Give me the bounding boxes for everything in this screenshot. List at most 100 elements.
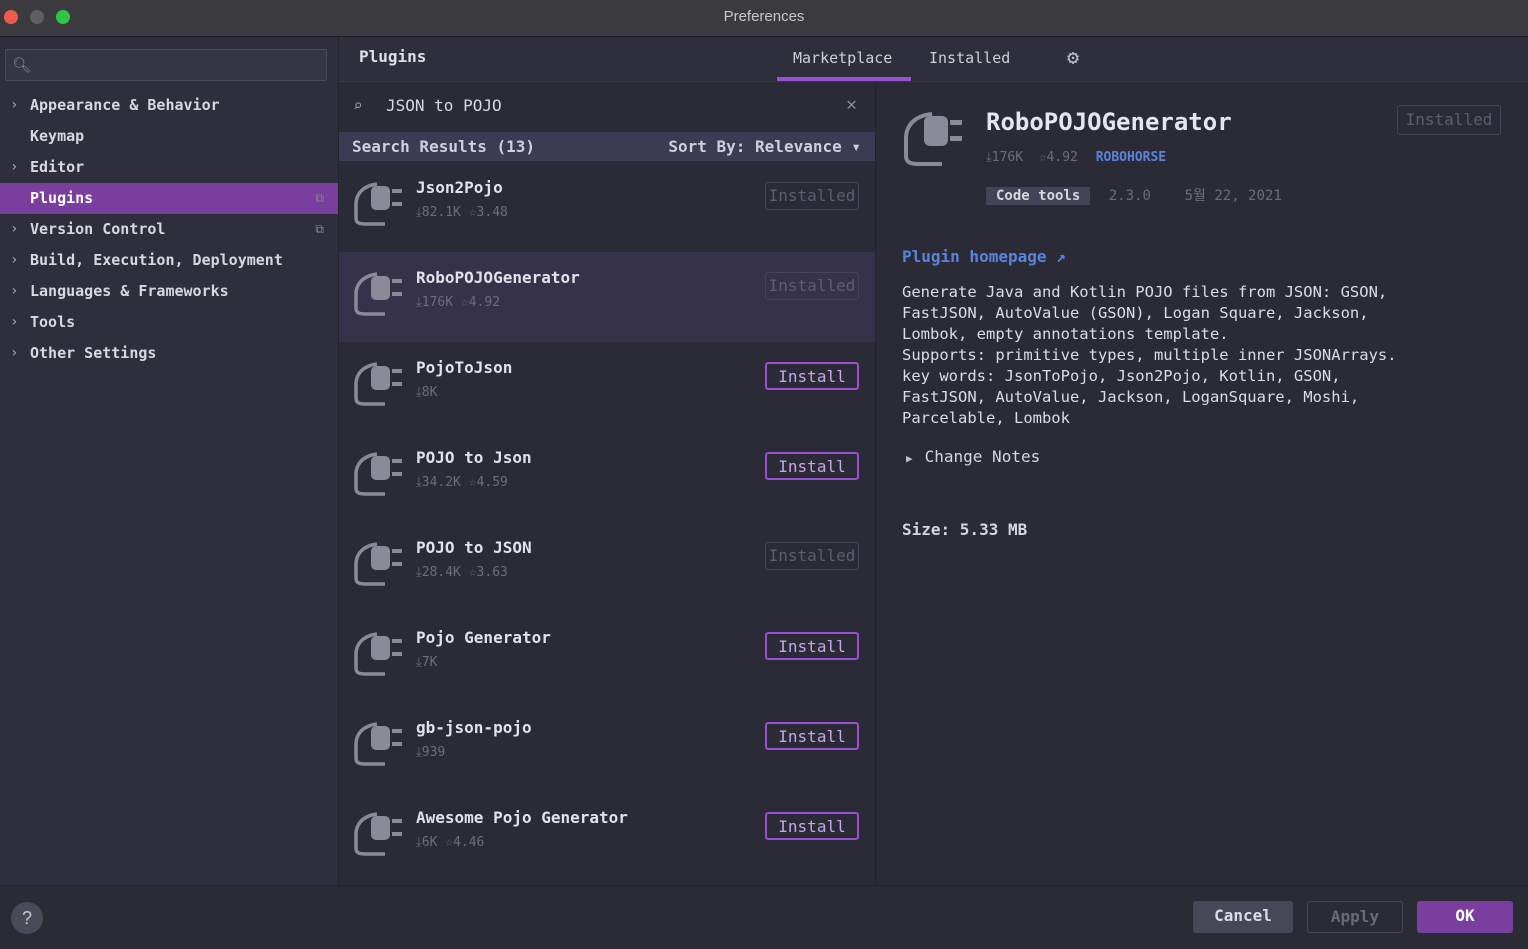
tab-marketplace[interactable]: Marketplace bbox=[793, 49, 892, 67]
vendor-link[interactable]: ROBOHORSE bbox=[1096, 150, 1166, 165]
chevron-right-icon[interactable]: › bbox=[10, 214, 18, 245]
plugin-rating: 3.63 bbox=[476, 565, 508, 580]
results-count: Search Results (13) bbox=[352, 137, 536, 156]
plugin-list-pane: ⌕ JSON to POJO ✕ Search Results (13) Sor… bbox=[339, 82, 876, 885]
plugin-icon bbox=[354, 182, 402, 226]
sidebar-item[interactable]: › Appearance & Behavior bbox=[0, 90, 338, 121]
chevron-right-icon[interactable]: › bbox=[10, 90, 18, 121]
active-tab-indicator bbox=[777, 77, 911, 81]
change-notes-toggle[interactable]: ▶ Change Notes bbox=[906, 447, 1040, 466]
sidebar-item[interactable]: › Version Control ⧉ bbox=[0, 214, 338, 245]
settings-search-input[interactable]: 🔍︎ bbox=[5, 49, 327, 81]
chevron-right-icon[interactable]: › bbox=[10, 307, 18, 338]
sidebar-item-label: Plugins bbox=[30, 189, 94, 207]
sidebar-item[interactable]: Plugins ⧉ bbox=[0, 183, 338, 214]
install-button[interactable]: Install bbox=[765, 452, 859, 480]
chevron-right-icon[interactable]: › bbox=[10, 245, 18, 276]
installed-button[interactable]: Installed bbox=[765, 272, 859, 300]
sidebar-item-label: Other Settings bbox=[30, 344, 157, 362]
plugin-downloads: 8K bbox=[421, 385, 438, 400]
help-button[interactable]: ? bbox=[11, 902, 43, 934]
category-tag: Code tools bbox=[986, 187, 1091, 205]
description-line: key words: JsonToPojo, Json2Pojo, Kotlin… bbox=[902, 367, 1341, 385]
plugin-icon bbox=[354, 272, 402, 316]
sidebar-item[interactable]: › Languages & Frameworks bbox=[0, 276, 338, 307]
star-icon: ☆ bbox=[460, 295, 469, 310]
detail-meta: ⤓176K ☆4.92 ROBOHORSE bbox=[986, 150, 1166, 165]
plugin-meta: ⤓82.1K ☆3.48 bbox=[416, 205, 508, 220]
sidebar-item-label: Tools bbox=[30, 313, 76, 331]
plugin-list-item[interactable]: PojoToJson ⤓8K Install bbox=[339, 342, 875, 432]
sidebar-item-label: Build, Execution, Deployment bbox=[30, 251, 283, 269]
plugin-list-item[interactable]: POJO to Json ⤓34.2K ☆4.59 Install bbox=[339, 432, 875, 522]
plugin-search-value[interactable]: JSON to POJO bbox=[386, 96, 502, 115]
sidebar-item[interactable]: Keymap bbox=[0, 121, 338, 152]
project-settings-icon: ⧉ bbox=[315, 191, 324, 205]
description-line: Lombok, empty annotations template. bbox=[902, 325, 1229, 343]
ok-button[interactable]: OK bbox=[1417, 901, 1513, 933]
plugin-size: Size: 5.33 MB bbox=[902, 520, 1028, 539]
plugin-downloads: 939 bbox=[421, 745, 446, 760]
detail-rating: 4.92 bbox=[1046, 150, 1078, 165]
plugin-rating: 4.92 bbox=[468, 295, 501, 310]
plugin-homepage-link[interactable]: Plugin homepage ↗ bbox=[902, 247, 1066, 266]
plugin-icon bbox=[354, 812, 402, 856]
plugin-meta: ⤓34.2K ☆4.59 bbox=[416, 475, 508, 490]
clear-search-icon[interactable]: ✕ bbox=[846, 94, 857, 115]
plugin-downloads: 82.1K bbox=[421, 205, 461, 220]
sidebar-item-label: Version Control bbox=[30, 220, 166, 238]
search-icon: ⌕ bbox=[353, 96, 363, 115]
gear-icon[interactable]: ⚙ bbox=[1067, 45, 1079, 69]
installed-button[interactable]: Installed bbox=[765, 182, 859, 210]
plugin-name: Json2Pojo bbox=[416, 178, 503, 197]
cancel-button[interactable]: Cancel bbox=[1193, 901, 1293, 933]
plugin-rating: 4.46 bbox=[453, 835, 485, 850]
plugin-list-item[interactable]: RoboPOJOGenerator ⤓176K ☆4.92 Installed bbox=[339, 252, 875, 342]
plugin-name: PojoToJson bbox=[416, 358, 513, 377]
sidebar-item[interactable]: › Tools bbox=[0, 307, 338, 338]
installed-button[interactable]: Installed bbox=[765, 542, 859, 570]
detail-date: 5월 22, 2021 bbox=[1184, 188, 1282, 204]
sidebar-item-label: Keymap bbox=[30, 127, 85, 145]
star-icon: ☆ bbox=[468, 475, 477, 490]
window-title: Preferences bbox=[723, 8, 805, 25]
sidebar-item[interactable]: › Build, Execution, Deployment bbox=[0, 245, 338, 276]
sidebar-item[interactable]: › Editor bbox=[0, 152, 338, 183]
search-icon: 🔍︎ bbox=[12, 56, 32, 74]
tab-installed[interactable]: Installed bbox=[929, 49, 1010, 67]
plugin-search-field[interactable]: ⌕ JSON to POJO ✕ bbox=[339, 82, 875, 130]
plugin-downloads: 34.2K bbox=[421, 475, 461, 490]
install-button[interactable]: Install bbox=[765, 632, 859, 660]
expand-triangle-icon: ▶ bbox=[906, 452, 913, 465]
detail-downloads: 176K bbox=[991, 150, 1024, 165]
plugin-list-item[interactable]: Pojo Generator ⤓7K Install bbox=[339, 612, 875, 702]
plugin-list-item[interactable]: Awesome Pojo Generator ⤓6K ☆4.46 Install bbox=[339, 792, 875, 882]
plugin-name: POJO to Json bbox=[416, 448, 532, 467]
sidebar-item[interactable]: › Other Settings bbox=[0, 338, 338, 369]
plugin-icon bbox=[354, 452, 402, 496]
chevron-right-icon[interactable]: › bbox=[10, 338, 18, 369]
plugin-name: gb-json-pojo bbox=[416, 718, 532, 737]
detail-installed-button[interactable]: Installed bbox=[1397, 105, 1501, 135]
plugin-list: Json2Pojo ⤓82.1K ☆3.48 Installed RoboPOJOGe… bbox=[339, 162, 875, 882]
plugin-icon bbox=[354, 362, 402, 406]
plugin-icon bbox=[904, 112, 962, 166]
install-button[interactable]: Install bbox=[765, 722, 859, 750]
plugin-list-item[interactable]: POJO to JSON ⤓28.4K ☆3.63 Installed bbox=[339, 522, 875, 612]
plugin-downloads: 28.4K bbox=[421, 565, 461, 580]
plugin-icon bbox=[354, 542, 402, 586]
install-button[interactable]: Install bbox=[765, 812, 859, 840]
plugin-name: POJO to JSON bbox=[416, 538, 532, 557]
plugin-detail-name: RoboPOJOGenerator bbox=[986, 108, 1232, 136]
chevron-right-icon[interactable]: › bbox=[10, 152, 18, 183]
sort-dropdown[interactable]: Sort By: Relevance ▾ bbox=[668, 137, 861, 156]
plugin-list-item[interactable]: gb-json-pojo ⤓939 Install bbox=[339, 702, 875, 792]
chevron-right-icon[interactable]: › bbox=[10, 276, 18, 307]
sidebar-item-label: Appearance & Behavior bbox=[30, 96, 220, 114]
install-button[interactable]: Install bbox=[765, 362, 859, 390]
plugin-list-item[interactable]: Json2Pojo ⤓82.1K ☆3.48 Installed bbox=[339, 162, 875, 252]
description-line: Parcelable, Lombok bbox=[902, 409, 1070, 427]
description-line: Generate Java and Kotlin POJO files from… bbox=[902, 283, 1388, 301]
apply-button[interactable]: Apply bbox=[1307, 901, 1403, 933]
star-icon: ☆ bbox=[468, 565, 477, 580]
